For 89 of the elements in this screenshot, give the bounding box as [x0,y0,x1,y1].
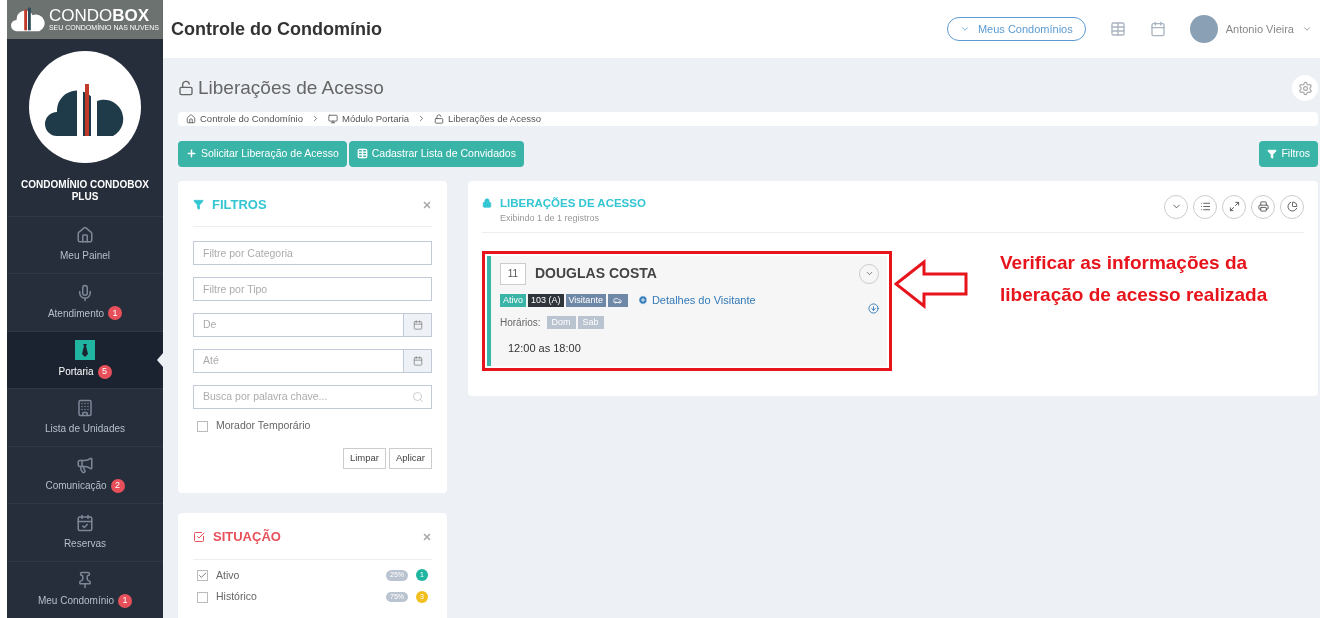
calendar-check-icon [76,513,94,532]
monitor-icon [328,113,338,124]
pie-chart-icon [1286,201,1298,213]
record-number: 11 [500,262,526,285]
condo-name: CONDOMÍNIO CONDOBOX PLUS [20,178,150,204]
plus-icon [186,148,197,160]
pin-icon [76,571,94,590]
app-title: Controle do Condomínio [171,17,382,41]
checkbox-label: Morador Temporário [216,418,311,434]
panel-title: FILTROS [212,195,267,214]
visitor-name: DOUGLAS COSTA [535,264,657,283]
filter-icon [193,199,204,210]
panel-title: SITUAÇÃO [213,528,281,546]
annotation-text: Verificar as informações da liberação de acesso realizada [1000,250,1269,307]
panel-title: LIBERAÇÕES DE ACESSO [500,195,646,211]
day-tag: Sab [577,315,604,329]
breadcrumb-link[interactable]: Controle do Condomínio [200,111,303,126]
expand-icon [1228,201,1240,213]
panel-button[interactable]: Limpar [342,448,386,469]
building-icon [76,398,94,417]
home-icon [186,113,196,124]
chevron-icon [959,24,970,34]
print-icon [1257,201,1269,213]
sidebar-label: Comunicação [45,479,107,494]
lock-icon [482,198,492,209]
calendar-icon[interactable] [1149,21,1166,37]
day-tag: Dom [546,315,576,329]
tag: Visitante [565,293,606,307]
close-icon[interactable] [422,199,432,210]
schedule-label: Horários: [500,315,541,330]
calendar-button[interactable] [404,349,432,374]
brand-name: CONDOBOX [48,7,150,25]
panel-button[interactable]: Aplicar [388,448,432,469]
unlock-icon [434,113,445,124]
table-icon[interactable] [1109,21,1126,37]
settings-icon [1297,80,1313,96]
sidebar-label: Meu Condomínio [37,594,115,609]
filter-icon [1267,148,1278,159]
microphone-icon [76,283,94,302]
count-badge: 1 [118,593,133,608]
calendar-button[interactable] [404,313,432,338]
tag: 103 (A) [528,293,564,307]
checkbox-icon [193,530,205,543]
user-name[interactable]: Antonio Vieira [1225,20,1294,38]
count-badge: 1 [108,306,123,321]
search-icon [412,391,424,404]
checkbox[interactable] [197,569,208,581]
settings-button[interactable] [1292,75,1318,102]
breadcrumb-link[interactable]: Liberações de Acesso [448,111,541,126]
date-field[interactable]: Até [193,349,404,374]
page-title: Liberações de Acesso [198,76,384,100]
megaphone-icon [76,456,94,475]
home-icon [76,226,94,245]
calendar-icon [412,320,423,331]
count-badge: 2 [110,478,125,493]
chevron-icon [864,269,874,278]
tag: Ativo [500,293,526,307]
sidebar-label: Lista de Unidades [44,421,126,436]
schedule-hours: 12:00 as 18:00 [508,340,582,356]
sidebar-label: Reservas [63,536,107,551]
checkbox-label: Ativo [216,567,240,583]
date-field[interactable]: De [193,313,404,338]
breadcrumb-link[interactable]: Módulo Portaria [342,111,410,126]
records-count: Exibindo 1 de 1 registros [500,212,601,225]
unlock-icon [178,80,194,97]
checkbox[interactable] [197,591,208,603]
avatar[interactable] [1189,15,1218,43]
list-icon [1199,201,1211,213]
cloud-logo-icon [11,5,45,34]
search-field[interactable]: Busca por palavra chave... [193,385,432,410]
calendar-icon [412,356,423,367]
input-field[interactable]: Filtre por Tipo [193,277,432,302]
download-icon[interactable] [868,302,879,314]
count-badge: 5 [97,364,112,379]
table-icon [356,148,368,160]
sidebar-item[interactable]: Portaria 5 [7,330,163,388]
sidebar-label: Atendimento [47,306,105,321]
chevron-icon [311,114,320,124]
chevron-icon[interactable] [1302,24,1312,34]
checkbox-label: Histórico [216,589,257,605]
checkbox[interactable] [197,420,208,432]
sidebar-label: Meu Painel [60,249,110,264]
car-icon [613,295,623,305]
tie-icon [75,340,95,361]
close-icon[interactable] [422,531,432,542]
details-link[interactable]: Detalhes do Visitante [637,291,756,309]
plus-circle-icon [637,295,648,305]
input-field[interactable]: Filtre por Categoria [193,241,432,266]
sidebar-label: Portaria [58,365,94,380]
